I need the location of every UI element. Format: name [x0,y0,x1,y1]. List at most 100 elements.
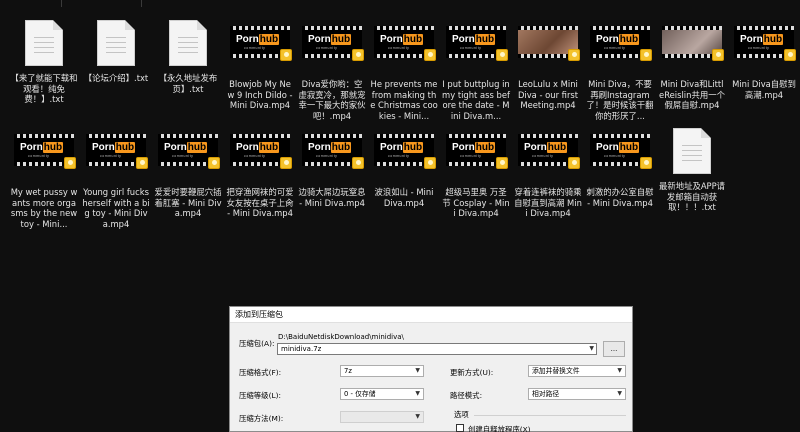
thumbnail-logo: Pornhub [452,34,496,45]
video-thumbnail: Pornhub community [446,26,508,61]
file-item[interactable]: Pornhub community He prevents me from maki… [370,18,438,121]
thumbnail-logo: Pornhub [236,142,280,153]
player-app-badge-icon [424,157,436,169]
pathmode-label: 路径模式: [450,391,483,400]
file-item[interactable]: Pornhub community 刺激的办公室自慰 - Mini Diva.mp4 [586,126,654,226]
pathmode-select[interactable]: 相对路径 ▼ [528,388,626,400]
level-select[interactable]: 0 - 仅存储 ▼ [340,388,424,400]
video-file-icon [517,26,580,76]
file-name: LeoLulu x Mini Diva - our first Meeting.… [517,79,579,110]
thumbnail-logo: Pornhub [740,34,784,45]
video-thumbnail: Pornhub community [374,134,436,169]
player-app-badge-icon [784,49,796,61]
file-item[interactable]: 最新地址及APP请发邮箱自动获取！！！.txt [658,126,726,226]
file-item[interactable]: Pornhub community Diva爱你哟：空虚寂寞冷，那就宠幸一下最大的家… [298,18,366,121]
player-app-badge-icon [568,157,580,169]
file-item[interactable]: LeoLulu x Mini Diva - our first Meeting.… [514,18,582,118]
thumbnail-logo: Pornhub [380,142,424,153]
video-thumbnail: Pornhub community [14,134,76,169]
player-app-badge-icon [208,157,220,169]
browse-button[interactable]: ... [603,341,625,357]
file-name: Mini Diva和LittleReislin共用一个假屌自慰.mp4 [659,79,725,110]
video-thumbnail: Pornhub community [446,134,508,169]
file-name: Blowjob My New 9 Inch Dildo - Mini Diva.… [227,79,293,110]
format-value: 7z [344,367,352,375]
file-name: Diva爱你哟：空虚寂寞冷，那就宠幸一下最大的家伙吧！.mp4 [298,79,366,121]
file-item[interactable]: Pornhub community My wet pussy wants more … [10,126,78,229]
format-select[interactable]: 7z ▼ [340,365,424,377]
thumbnail-logo-subtitle: community [532,154,554,158]
chevron-down-icon: ▼ [617,390,622,397]
video-file-icon: Pornhub community [589,26,652,76]
file-item[interactable]: 【论坛介绍】.txt [82,18,150,118]
player-app-badge-icon [280,49,292,61]
file-name: Mini Diva，不要再刷Instagram了！是时候该干翻你的形厌了... [586,79,654,121]
video-file-icon [661,26,724,76]
video-thumbnail: Pornhub community [374,26,436,61]
sfx-checkbox[interactable] [456,424,464,432]
file-name: 把穿渔网袜的可爱女友按在桌子上肏 - Mini Diva.mp4 [226,187,294,218]
player-app-badge-icon [352,49,364,61]
text-file-icon [85,20,147,70]
video-thumbnail [518,26,580,61]
video-thumbnail: Pornhub community [230,26,292,61]
video-file-icon: Pornhub community [589,134,652,184]
level-value: 0 - 仅存储 [344,390,376,398]
archive-path: D:\BaiduNetdiskDownload\minidiva\ [278,333,404,341]
thumbnail-logo-subtitle: community [316,46,338,50]
file-item[interactable]: Pornhub community 把穿渔网袜的可爱女友按在桌子上肏 - Mini … [226,126,294,226]
thumbnail-logo-subtitle: community [460,154,482,158]
player-app-badge-icon [496,49,508,61]
archive-name-input[interactable]: minidiva.7z ▼ [277,343,597,355]
file-name: 超级马里奥 万圣节 Cosplay - Mini Diva.mp4 [442,187,510,218]
method-select[interactable]: ▼ [340,411,424,423]
file-item[interactable]: Pornhub community 爱爱时要鞭屁穴插着肛塞 - Mini Diva.… [154,126,222,226]
player-app-badge-icon [496,157,508,169]
player-app-badge-icon [640,49,652,61]
method-label: 压缩方法(M): [239,414,284,423]
file-item[interactable]: Pornhub community 穿着连裤袜的骑乘自慰直到高潮 Mini Diva… [514,126,582,226]
file-name: 穿着连裤袜的骑乘自慰直到高潮 Mini Diva.mp4 [514,187,582,218]
update-select[interactable]: 添加并替换文件 ▼ [528,365,626,377]
sfx-label: 创建自释放程序(X) [468,425,531,432]
chevron-down-icon: ▼ [415,367,420,374]
thumbnail-logo: Pornhub [308,142,352,153]
video-file-icon: Pornhub community [85,134,148,184]
thumbnail-logo-subtitle: community [460,46,482,50]
chevron-down-icon[interactable]: ▼ [589,344,594,354]
video-file-icon: Pornhub community [517,134,580,184]
video-file-icon: Pornhub community [229,26,292,76]
player-app-badge-icon [136,157,148,169]
file-item[interactable]: Pornhub community Blowjob My New 9 Inch Di… [226,18,294,118]
file-name: 边骑大屌边玩窒息 - Mini Diva.mp4 [298,187,366,208]
video-thumbnail: Pornhub community [158,134,220,169]
video-file-icon: Pornhub community [733,26,796,76]
player-app-badge-icon [280,157,292,169]
thumbnail-logo: Pornhub [596,142,640,153]
file-name: Young girl fucks herself with a big toy … [82,187,150,229]
file-item[interactable]: 【来了就能下载和观看！纯免费！】.txt [10,18,78,118]
options-group-label: 选项 [454,410,469,419]
thumbnail-logo: Pornhub [452,142,496,153]
file-item[interactable]: Pornhub community 超级马里奥 万圣节 Cosplay - Mini… [442,126,510,226]
file-item[interactable]: Mini Diva和LittleReislin共用一个假屌自慰.mp4 [658,18,726,118]
thumbnail-logo-subtitle: community [244,46,266,50]
video-file-icon: Pornhub community [373,134,436,184]
thumbnail-logo: Pornhub [596,34,640,45]
file-item[interactable]: Pornhub community Mini Diva，不要再刷Instagram了… [586,18,654,121]
video-thumbnail: Pornhub community [302,26,364,61]
file-item[interactable]: 【永久地址发布页】.txt [154,18,222,118]
level-label: 压缩等级(L): [239,391,281,400]
file-item[interactable]: Pornhub community 边骑大屌边玩窒息 - Mini Diva.mp4 [298,126,366,226]
player-app-badge-icon [64,157,76,169]
file-item[interactable]: Pornhub community 波浪如山 - Mini Diva.mp4 [370,126,438,226]
add-to-archive-dialog: 添加到压缩包 压缩包(A): D:\BaiduNetdiskDownload\m… [229,306,633,432]
thumbnail-logo-subtitle: community [748,46,770,50]
file-item[interactable]: Pornhub community Mini Diva自慰到高潮.mp4 [730,18,798,118]
file-item[interactable]: Pornhub community I put buttplug in my tig… [442,18,510,121]
column-divider [61,0,62,7]
file-name: 爱爱时要鞭屁穴插着肛塞 - Mini Diva.mp4 [154,187,222,218]
thumbnail-logo: Pornhub [524,142,568,153]
text-file-icon [13,20,75,70]
file-item[interactable]: Pornhub community Young girl fucks herself… [82,126,150,229]
